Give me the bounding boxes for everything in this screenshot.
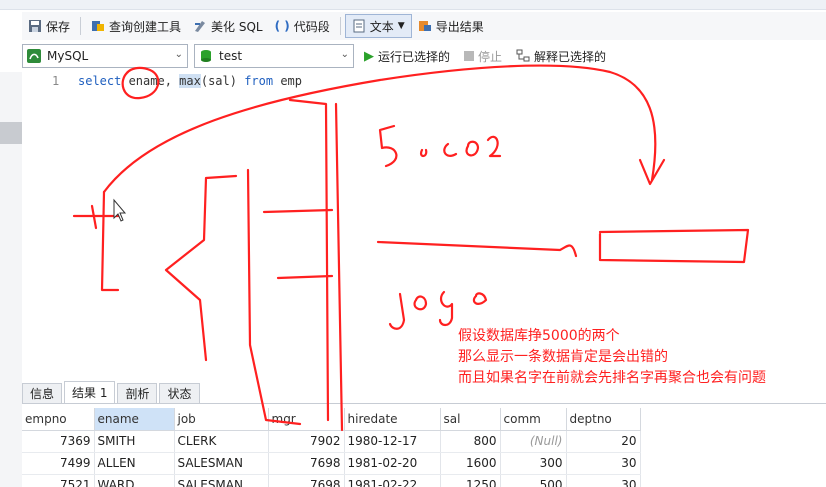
tab-status[interactable]: 状态 xyxy=(159,383,200,403)
sql-columns: ename, xyxy=(121,74,180,88)
cell-ename[interactable]: WARD xyxy=(94,474,175,487)
table-row[interactable]: 7521 WARD SALESMAN 7698 1981-02-22 1250 … xyxy=(22,474,641,487)
toolbar-divider xyxy=(339,17,341,35)
cell-empno[interactable]: 7521 xyxy=(22,474,95,487)
cell-sal[interactable]: 1600 xyxy=(440,452,501,475)
line-number: 1 xyxy=(52,74,60,88)
play-icon: ▶ xyxy=(364,48,374,64)
text-mode-button[interactable]: 文本 ▼ xyxy=(344,14,412,38)
column-header-empno[interactable]: empno xyxy=(22,408,95,431)
database-select[interactable]: test ⌄ xyxy=(194,44,354,68)
chevron-down-icon: ⌄ xyxy=(174,49,183,60)
column-header-hiredate[interactable]: hiredate xyxy=(344,408,441,431)
main-toolbar: 保存 查询创建工具 美化 SQL ( ) 代码段 文本 ▼ 导出结果 xyxy=(22,12,826,40)
mysql-icon xyxy=(27,49,41,63)
sql-keyword-select: select xyxy=(78,74,122,88)
code-snippet-icon: ( ) xyxy=(274,19,290,33)
table-row[interactable]: 7499 ALLEN SALESMAN 7698 1981-02-20 1600… xyxy=(22,452,641,475)
gutter-marker xyxy=(0,122,22,144)
save-icon xyxy=(29,20,41,32)
cell-mgr[interactable]: 7698 xyxy=(268,452,345,475)
column-header-sal[interactable]: sal xyxy=(440,408,501,431)
export-results-label: 导出结果 xyxy=(435,19,484,34)
stop-label: 停止 xyxy=(478,49,503,64)
cell-job[interactable]: SALESMAN xyxy=(174,452,269,475)
cell-deptno[interactable]: 20 xyxy=(566,430,641,453)
sql-keyword-from: from xyxy=(244,74,274,88)
cell-comm[interactable]: 300 xyxy=(500,452,567,475)
sql-function-max: max xyxy=(179,74,201,88)
grid-header-row: empno ename job mgr hiredate sal comm de… xyxy=(22,408,641,431)
cell-deptno[interactable]: 30 xyxy=(566,452,641,475)
sql-function-args: (sal) xyxy=(200,74,245,88)
cell-hiredate[interactable]: 1980-12-17 xyxy=(344,430,441,453)
export-icon xyxy=(418,21,431,31)
cell-mgr[interactable]: 7902 xyxy=(268,430,345,453)
cell-ename[interactable]: ALLEN xyxy=(94,452,175,475)
stop-button[interactable]: 停止 xyxy=(460,48,506,65)
stop-icon xyxy=(464,51,475,61)
toolbar-divider xyxy=(80,17,82,35)
explain-selected-label: 解释已选择的 xyxy=(534,49,607,64)
column-header-ename[interactable]: ename xyxy=(94,408,175,431)
code-snippet-button[interactable]: ( ) 代码段 xyxy=(269,14,336,38)
sql-table-name: emp xyxy=(273,74,303,88)
save-button[interactable]: 保存 xyxy=(22,14,76,38)
query-builder-button[interactable]: 查询创建工具 xyxy=(85,14,187,38)
connection-toolbar: MySQL ⌄ test ⌄ ▶ 运行已选择的 停止 解释已选择的 xyxy=(22,42,826,70)
sql-code-line[interactable]: select ename, max(sal) from emp xyxy=(78,74,302,88)
beautify-icon xyxy=(195,21,206,32)
tab-info[interactable]: 信息 xyxy=(22,383,63,403)
column-header-mgr[interactable]: mgr xyxy=(268,408,345,431)
annotation-line-3: 而且如果名字在前就会先排名字再聚合也会有问题 xyxy=(458,370,766,386)
cell-sal[interactable]: 1250 xyxy=(440,474,501,487)
cell-job[interactable]: SALESMAN xyxy=(174,474,269,487)
cell-comm[interactable]: 500 xyxy=(500,474,567,487)
cell-mgr[interactable]: 7698 xyxy=(268,474,345,487)
beautify-label: 美化 SQL xyxy=(211,19,263,34)
chevron-down-icon: ⌄ xyxy=(340,49,349,60)
connection-value: MySQL xyxy=(47,49,89,63)
column-header-comm[interactable]: comm xyxy=(500,408,567,431)
explain-icon xyxy=(516,49,530,62)
annotation-note: 假设数据库挣5000的两个 那么显示一条数据肯定是会出错的 而且如果名字在前就会… xyxy=(458,326,766,389)
cell-ename[interactable]: SMITH xyxy=(94,430,175,453)
query-builder-icon xyxy=(92,21,105,31)
result-grid: empno ename job mgr hiredate sal comm de… xyxy=(22,408,642,487)
export-results-button[interactable]: 导出结果 xyxy=(412,14,490,38)
cell-empno[interactable]: 7499 xyxy=(22,452,95,475)
explain-selected-button[interactable]: 解释已选择的 xyxy=(512,48,610,65)
cell-job[interactable]: CLERK xyxy=(174,430,269,453)
column-header-job[interactable]: job xyxy=(174,408,269,431)
window-top-strip xyxy=(0,0,826,10)
table-row[interactable]: 7369 SMITH CLERK 7902 1980-12-17 800 (Nu… xyxy=(22,430,641,453)
query-builder-label: 查询创建工具 xyxy=(109,19,182,34)
run-selected-label: 运行已选择的 xyxy=(378,49,451,64)
database-value: test xyxy=(219,49,243,63)
connection-select[interactable]: MySQL ⌄ xyxy=(22,44,188,68)
code-snippet-label: 代码段 xyxy=(293,19,330,34)
database-icon xyxy=(201,50,211,62)
text-mode-label: 文本 xyxy=(369,19,394,34)
tab-result-1[interactable]: 结果 1 xyxy=(64,381,116,403)
cell-hiredate[interactable]: 1981-02-22 xyxy=(344,474,441,487)
beautify-sql-button[interactable]: 美化 SQL xyxy=(187,14,269,38)
annotation-line-2: 那么显示一条数据肯定是会出错的 xyxy=(458,349,668,365)
run-selected-button[interactable]: ▶ 运行已选择的 xyxy=(360,48,454,65)
cell-empno[interactable]: 7369 xyxy=(22,430,95,453)
save-label: 保存 xyxy=(46,19,71,34)
chevron-down-icon[interactable]: ▼ xyxy=(398,21,405,31)
cell-deptno[interactable]: 30 xyxy=(566,474,641,487)
document-icon xyxy=(353,19,365,33)
column-header-deptno[interactable]: deptno xyxy=(566,408,641,431)
cell-sal[interactable]: 800 xyxy=(440,430,501,453)
cell-comm[interactable]: (Null) xyxy=(500,430,567,453)
cell-hiredate[interactable]: 1981-02-20 xyxy=(344,452,441,475)
annotation-line-1: 假设数据库挣5000的两个 xyxy=(458,328,620,344)
tab-profile[interactable]: 剖析 xyxy=(117,383,158,403)
